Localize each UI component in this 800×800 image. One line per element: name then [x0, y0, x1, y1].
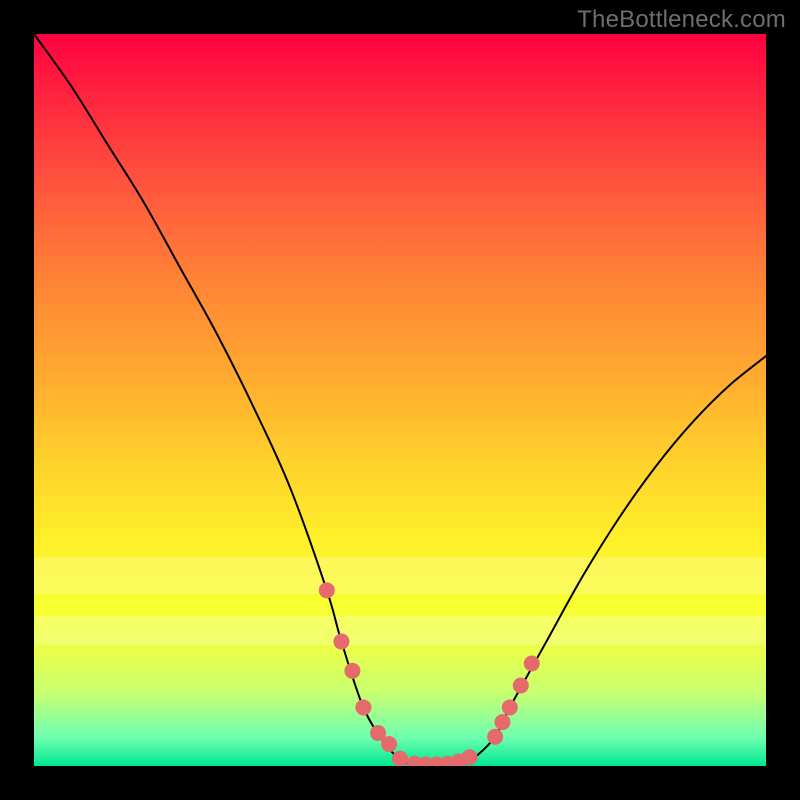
- chart-frame: TheBottleneck.com: [0, 0, 800, 800]
- marker-group: [319, 582, 540, 766]
- plot-area: [34, 34, 766, 766]
- curve-marker: [344, 663, 360, 679]
- curve-marker: [524, 656, 540, 672]
- curve-marker: [487, 729, 503, 745]
- curve-marker: [333, 634, 349, 650]
- curve-marker: [502, 699, 518, 715]
- curve-marker: [494, 714, 510, 730]
- curve-marker: [392, 751, 408, 766]
- curve-marker: [319, 582, 335, 598]
- bottleneck-curve: [34, 34, 766, 766]
- curve-marker: [513, 677, 529, 693]
- curve-marker: [381, 736, 397, 752]
- curve-marker: [355, 699, 371, 715]
- curve-layer: [34, 34, 766, 766]
- watermark-label: TheBottleneck.com: [577, 6, 786, 34]
- curve-marker: [462, 749, 478, 765]
